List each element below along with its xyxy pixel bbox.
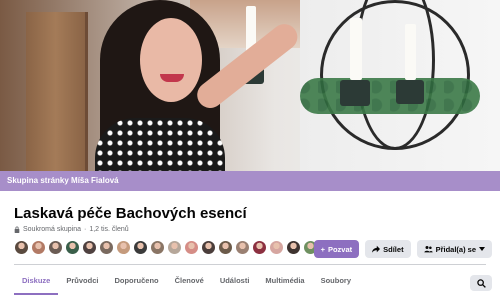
lock-icon [14, 226, 20, 233]
member-avatar[interactable] [133, 240, 148, 255]
group-title[interactable]: Laskavá péče Bachových esencí [14, 205, 247, 222]
cover-door-decoration [26, 12, 88, 171]
tab-diskuze[interactable]: Diskuze [14, 269, 59, 295]
privacy-label[interactable]: Soukromá skupina [23, 226, 81, 233]
share-button[interactable]: Sdílet [365, 240, 411, 258]
member-avatar[interactable] [31, 240, 46, 255]
member-avatar[interactable] [252, 240, 267, 255]
tab-doporuceno[interactable]: Doporučeno [106, 269, 166, 295]
member-avatar[interactable] [116, 240, 131, 255]
member-avatar[interactable] [269, 240, 284, 255]
joined-button[interactable]: Přidal(a) se [416, 240, 492, 258]
share-label: Sdílet [383, 244, 404, 254]
member-avatar[interactable] [218, 240, 233, 255]
member-count[interactable]: 1,2 tis. členů [89, 226, 128, 233]
member-avatar[interactable] [167, 240, 182, 255]
member-avatar[interactable] [235, 240, 250, 255]
invite-button[interactable]: + Pozvat [313, 240, 360, 258]
person-face [140, 18, 202, 102]
group-actions: + Pozvat Sdílet Přidal(a) se [313, 240, 492, 258]
candle-holder [396, 80, 424, 104]
search-icon [476, 278, 486, 288]
member-avatar[interactable] [184, 240, 199, 255]
tab-soubory[interactable]: Soubory [313, 269, 359, 295]
meta-separator: · [83, 226, 87, 233]
member-avatar[interactable] [286, 240, 301, 255]
group-meta: Soukromá skupina · 1,2 tis. členů [14, 226, 129, 233]
group-tabs: Diskuze Průvodci Doporučeno Členové Udál… [14, 269, 359, 295]
people-icon [423, 246, 433, 253]
tab-multimedia[interactable]: Multimédia [257, 269, 312, 295]
member-avatar[interactable] [48, 240, 63, 255]
member-avatar[interactable] [99, 240, 114, 255]
divider [14, 264, 486, 265]
group-page-label[interactable]: Skupina stránky Míša Fialová [0, 171, 500, 191]
member-avatar[interactable] [201, 240, 216, 255]
chandelier-greenery [300, 78, 480, 114]
cover-photo[interactable] [0, 0, 500, 171]
chevron-down-icon [479, 247, 485, 251]
tab-clenove[interactable]: Členové [167, 269, 212, 295]
member-avatars [14, 240, 318, 255]
member-avatar[interactable] [150, 240, 165, 255]
invite-label: Pozvat [327, 244, 353, 254]
candle [350, 18, 362, 80]
member-avatar[interactable] [65, 240, 80, 255]
member-avatar[interactable] [82, 240, 97, 255]
joined-label: Přidal(a) se [435, 244, 476, 254]
search-button[interactable] [470, 275, 492, 291]
group-info-panel: Laskavá péče Bachových esencí Soukromá s… [0, 191, 500, 300]
share-arrow-icon [372, 245, 381, 253]
tab-pruvodci[interactable]: Průvodci [58, 269, 106, 295]
tab-udalosti[interactable]: Události [212, 269, 258, 295]
person-dress [95, 118, 225, 171]
candle-holder [340, 80, 370, 106]
member-avatar[interactable] [14, 240, 29, 255]
plus-icon: + [320, 244, 325, 254]
candle [405, 24, 416, 80]
